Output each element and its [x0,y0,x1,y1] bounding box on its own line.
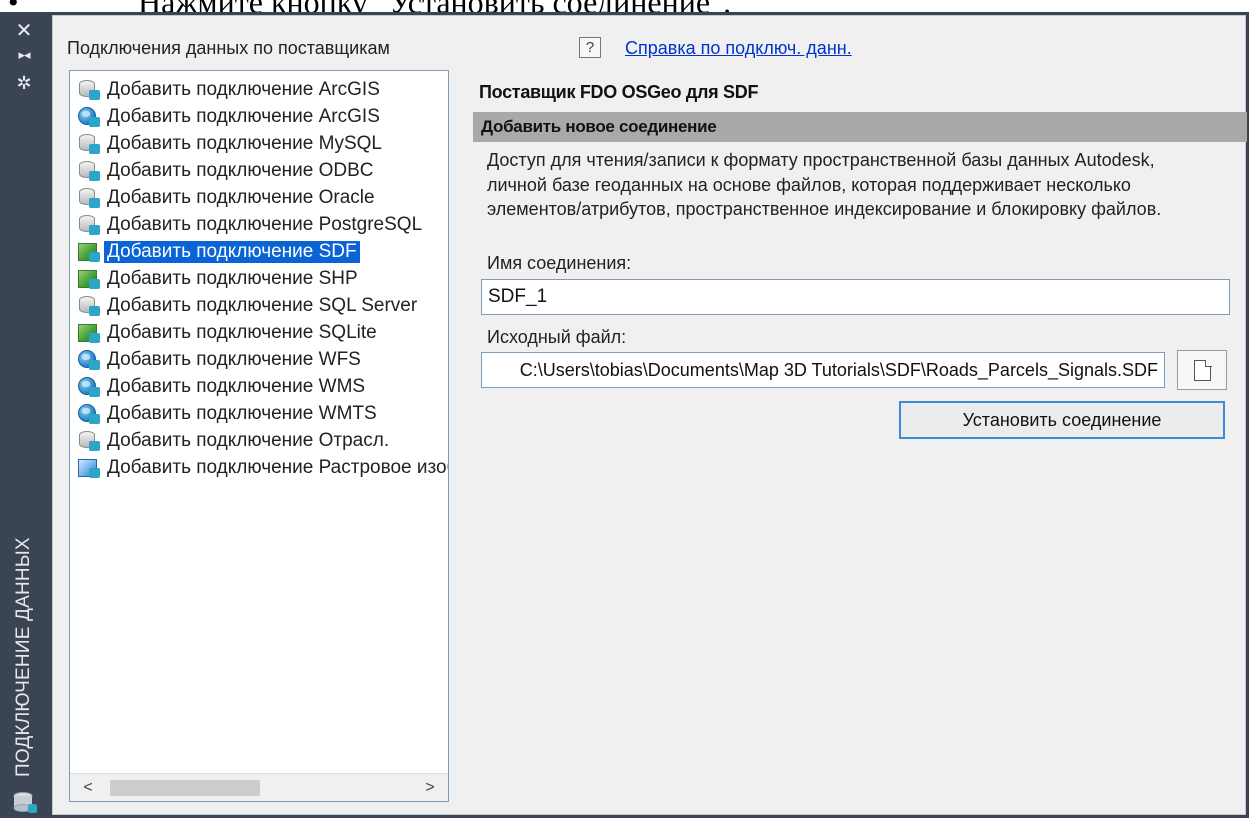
database-icon [78,188,100,208]
database-icon [78,80,100,100]
provider-list[interactable]: Добавить подключение ArcGIS Добавить подк… [69,70,449,802]
properties-icon[interactable]: ✲ [10,72,38,96]
data-connect-panel: Подключения данных по поставщикам ? Спра… [52,15,1247,815]
provider-list-item[interactable]: Добавить подключение SDF [70,239,448,266]
provider-label: Добавить подключение WFS [107,349,361,370]
provider-label: Добавить подключение ODBC [107,160,374,181]
provider-list-item[interactable]: Добавить подключение Растровое изображен… [70,455,448,482]
provider-list-item[interactable]: Добавить подключение ArcGIS [70,77,448,104]
data-connect-window: ✕ ▸◂ ✲ ПОДКЛЮЧЕНИЕ ДАННЫХ Подключения да… [0,12,1249,818]
provider-list-item[interactable]: Добавить подключение WMS [70,374,448,401]
provider-list-item[interactable]: Добавить подключение MySQL [70,131,448,158]
document-instruction: Нажмите кнопку "Установить соединение". [138,0,731,12]
provider-label: Добавить подключение ArcGIS [107,79,380,100]
provider-label: Добавить подключение MySQL [107,133,382,154]
help-icon[interactable]: ? [579,37,601,58]
provider-label: Добавить подключение SQLite [107,322,377,343]
map-file-icon [78,242,100,262]
globe-icon [78,404,100,424]
globe-icon [78,107,100,127]
provider-label: Добавить подключение Растровое изображен… [107,457,448,478]
horizontal-scrollbar[interactable]: < > [70,773,448,801]
document-fold [1205,360,1212,367]
database-icon [78,296,100,316]
raster-icon [78,458,100,478]
provider-label: Добавить подключение Отрасл. [107,430,390,451]
scroll-right-icon[interactable]: > [420,777,440,799]
section-header-label: Добавить новое соединение [481,117,717,136]
palette-title: ПОДКЛЮЧЕНИЕ ДАННЫХ [13,537,34,777]
provider-label: Добавить подключение Oracle [107,187,375,208]
provider-label: Добавить подключение SDF [104,241,360,263]
provider-label: Добавить подключение WMS [107,376,366,397]
source-file-label: Исходный файл: [487,327,627,347]
database-icon [78,431,100,451]
provider-list-item[interactable]: Добавить подключение Отрасл. [70,428,448,455]
source-file-value: C:\Users\tobias\Documents\Map 3D Tutoria… [519,360,1158,380]
auto-hide-icon[interactable]: ▸◂ [10,44,38,68]
provider-list-items: Добавить подключение ArcGIS Добавить подк… [70,77,448,482]
document-bullet: • [8,0,19,12]
provider-list-item[interactable]: Добавить подключение PostgreSQL [70,212,448,239]
globe-icon [78,350,100,370]
provider-title: Поставщик FDO OSGeo для SDF [479,82,759,102]
browse-button[interactable] [1177,350,1227,390]
map-file-icon [78,269,100,289]
database-icon [78,134,100,154]
close-icon[interactable]: ✕ [10,18,38,42]
provider-list-item[interactable]: Добавить подключение ODBC [70,158,448,185]
connection-name-label: Имя соединения: [487,253,632,273]
data-connect-icon [12,792,38,814]
provider-list-item[interactable]: Добавить подключение WMTS [70,401,448,428]
provider-list-item[interactable]: Добавить подключение SQLite [70,320,448,347]
database-icon [78,161,100,181]
provider-list-item[interactable]: Добавить подключение SHP [70,266,448,293]
database-icon [78,215,100,235]
providers-label: Подключения данных по поставщикам [67,38,390,58]
provider-label: Добавить подключение PostgreSQL [107,214,423,235]
provider-list-item[interactable]: Добавить подключение ArcGIS [70,104,448,131]
provider-description: Доступ для чтения/записи к формату прост… [487,150,1162,219]
section-header: Добавить новое соединение [473,112,1247,142]
provider-label: Добавить подключение WMTS [107,403,377,424]
source-file-input[interactable]: C:\Users\tobias\Documents\Map 3D Tutoria… [481,352,1165,388]
scrollbar-thumb[interactable] [110,780,260,796]
provider-label: Добавить подключение ArcGIS [107,106,380,127]
map-file-icon [78,323,100,343]
globe-icon [78,377,100,397]
scroll-left-icon[interactable]: < [78,777,98,799]
connect-button[interactable]: Установить соединение [899,401,1225,439]
connection-name-input[interactable] [481,279,1230,315]
provider-label: Добавить подключение SQL Server [107,295,418,316]
provider-list-item[interactable]: Добавить подключение Oracle [70,185,448,212]
help-link[interactable]: Справка по подключ. данн. [625,38,852,59]
provider-label: Добавить подключение SHP [107,268,358,289]
provider-list-item[interactable]: Добавить подключение WFS [70,347,448,374]
document-strip: • Нажмите кнопку "Установить соединение"… [0,0,1249,12]
palette-title-bar: ✕ ▸◂ ✲ ПОДКЛЮЧЕНИЕ ДАННЫХ [0,12,48,818]
provider-list-item[interactable]: Добавить подключение SQL Server [70,293,448,320]
